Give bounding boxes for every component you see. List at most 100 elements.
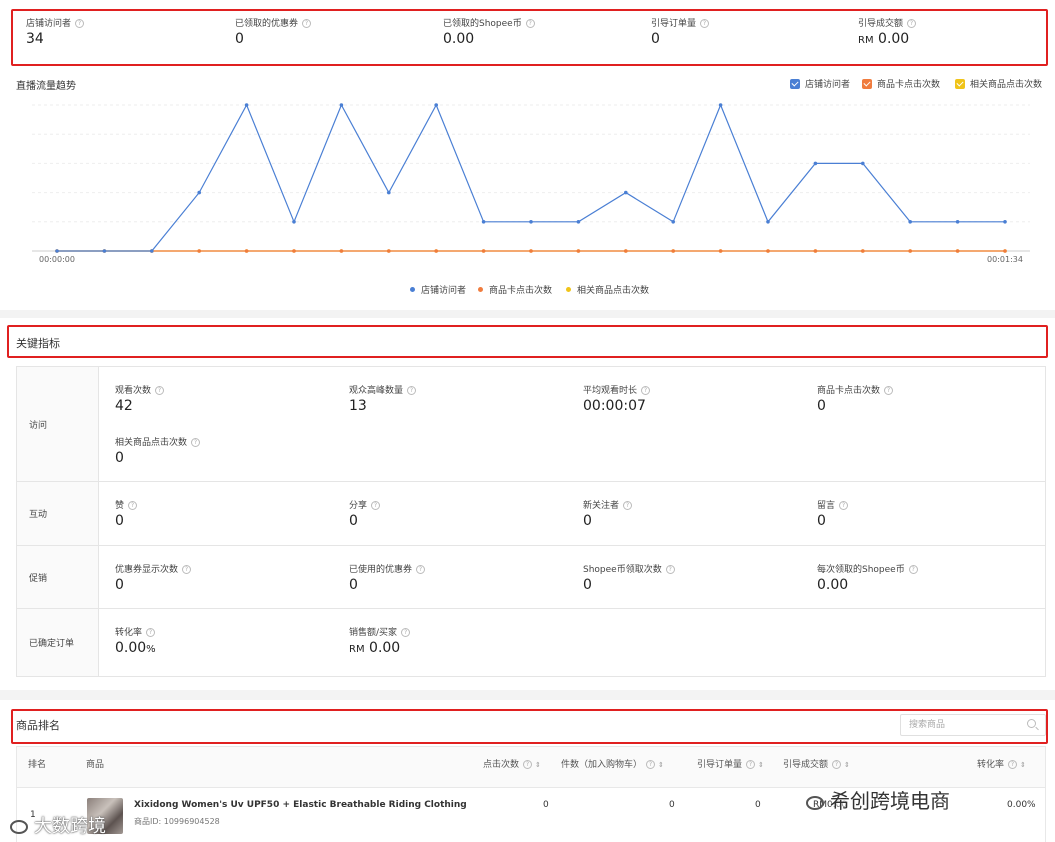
data-point[interactable] [766,220,770,224]
data-point[interactable] [718,249,723,253]
data-point[interactable] [1003,220,1007,224]
data-point[interactable] [861,249,865,253]
data-point[interactable] [481,249,486,253]
search-icon[interactable] [1027,719,1036,728]
help-icon[interactable]: ? [371,501,381,510]
legend-dot-icon [478,287,483,292]
chart-grid [32,104,1030,252]
data-point[interactable] [624,190,628,195]
col-conversion[interactable]: 转化率? ⇕ [977,757,1026,770]
data-point[interactable] [244,249,249,253]
data-point[interactable] [766,249,770,253]
data-point[interactable] [434,249,439,253]
sort-icon[interactable]: ⇕ [758,761,764,769]
data-point[interactable] [55,249,59,253]
help-icon[interactable]: ? [839,501,849,510]
row-clicks: 0 [543,800,549,810]
data-point[interactable] [813,249,818,253]
col-add-to-cart[interactable]: 件数（加入购物车）? ⇕ [561,757,664,770]
col-guided-sales[interactable]: 引导成交额? ⇕ [783,757,850,770]
col-clicks[interactable]: 点击次数? ⇕ [483,757,541,770]
metric-views: 观看次数? 42 [115,383,165,414]
legend-dot-icon [566,287,571,292]
product-table-header: 排名 商品 点击次数? ⇕ 件数（加入购物车）? ⇕ 引导订单量? ⇕ 引导成交额? ⇕… [16,746,1046,788]
col-guided-orders[interactable]: 引导订单量? ⇕ [697,757,764,770]
help-icon[interactable]: ? [128,501,138,510]
data-point[interactable] [908,249,912,253]
help-icon[interactable]: ? [146,628,156,637]
data-point[interactable] [102,249,107,253]
help-icon[interactable]: ? [746,760,756,769]
row-conversion: 0.00% [1007,800,1036,810]
data-point[interactable] [1003,249,1007,253]
metrics-row-interaction: 互动 赞? 0 分享? 0 新关注者? 0 留言? 0 [17,482,1045,546]
data-point[interactable] [197,190,201,195]
help-icon[interactable]: ? [182,565,192,574]
help-icon[interactable]: ? [646,760,656,769]
data-point[interactable] [529,220,533,224]
data-point[interactable] [529,249,533,253]
data-point[interactable] [197,249,201,253]
data-point[interactable] [813,161,818,166]
watermark-left: 大数跨境 [10,812,106,838]
data-point[interactable] [955,220,960,224]
watermark-wechat-icon [806,795,824,810]
key-metrics-table: 访问 观看次数? 42 观众高峰数量? 13 平均观看时长? 00:00:07 … [16,366,1046,677]
data-point[interactable] [244,103,249,107]
help-icon[interactable]: ? [908,565,918,574]
data-point[interactable] [624,249,628,253]
metrics-group-label: 互动 [17,482,99,545]
sort-icon[interactable]: ⇕ [1020,761,1026,769]
data-point[interactable] [481,220,486,224]
data-point[interactable] [671,249,675,253]
legend-bottom-related-clicks[interactable]: 相关商品点击次数 [566,283,649,296]
x-tick-start: 00:00:00 [39,255,75,264]
data-point[interactable] [339,103,344,107]
metric-card-clicks: 商品卡点击次数? 0 [817,383,894,414]
data-point[interactable] [339,249,344,253]
help-icon[interactable]: ? [665,565,675,574]
metric-avg-watch-time: 平均观看时长? 00:00:07 [583,383,651,414]
metric-vouchers-used: 已使用的优惠券? 0 [349,562,426,593]
data-point[interactable] [861,161,865,166]
data-point[interactable] [908,220,912,224]
chart-series [55,103,1007,253]
col-rank: 排名 [28,760,47,770]
data-point[interactable] [387,190,391,195]
help-icon[interactable]: ? [407,386,417,395]
data-point[interactable] [576,249,581,253]
product-name-link[interactable]: Xixidong Women's Uv UPF50 + Elastic Brea… [134,800,467,810]
sort-icon[interactable]: ⇕ [844,761,850,769]
sort-icon[interactable]: ⇕ [535,761,541,769]
data-point[interactable] [292,249,296,253]
product-search-input[interactable]: 搜索商品 [900,714,1046,736]
key-metrics-title: 关键指标 [16,337,60,350]
help-icon[interactable]: ? [416,565,426,574]
help-icon[interactable]: ? [623,501,633,510]
help-icon[interactable]: ? [523,760,533,769]
data-point[interactable] [150,249,154,253]
sort-icon[interactable]: ⇕ [658,761,664,769]
product-id: 商品ID: 10996904528 [134,817,220,826]
col-product: 商品 [86,760,105,770]
help-icon[interactable]: ? [401,628,411,637]
data-point[interactable] [718,103,723,107]
legend-bottom-card-clicks[interactable]: 商品卡点击次数 [478,283,552,296]
trend-line-chart: 00:00:00 00:01:34 [32,103,1030,264]
legend-dot-icon [410,287,415,292]
help-icon[interactable]: ? [191,438,201,447]
legend-bottom-visitors[interactable]: 店铺访问者 [410,283,466,296]
data-point[interactable] [955,249,960,253]
data-point[interactable] [576,220,581,224]
help-icon[interactable]: ? [884,386,894,395]
data-point[interactable] [387,249,391,253]
metrics-group-label: 已确定订单 [17,609,99,676]
help-icon[interactable]: ? [1008,760,1018,769]
data-point[interactable] [434,103,439,107]
metric-shares: 分享? 0 [349,498,381,529]
help-icon[interactable]: ? [832,760,842,769]
help-icon[interactable]: ? [155,386,165,395]
help-icon[interactable]: ? [641,386,651,395]
data-point[interactable] [671,220,675,224]
data-point[interactable] [292,220,296,224]
